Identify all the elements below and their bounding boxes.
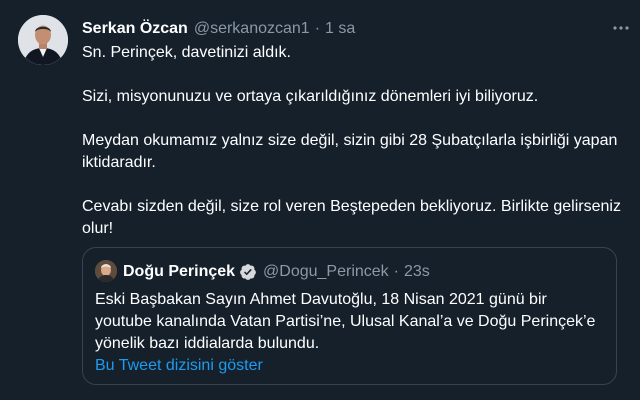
tweet-paragraph: Sn. Perinçek, davetinizi aldık.: [82, 44, 291, 61]
quoted-tweet[interactable]: Doğu Perinçek @Dogu_Perincek · 23s Eski …: [82, 247, 617, 385]
quote-author-handle[interactable]: @Dogu_Perincek: [263, 263, 389, 281]
person-avatar-icon: [95, 260, 117, 282]
verified-badge-icon: [239, 263, 257, 281]
author-name[interactable]: Serkan Özcan: [82, 20, 188, 38]
tweet-header: Serkan Özcan @serkanozcan1 · 1 sa: [82, 17, 620, 41]
quote-text: Eski Başbakan Sayın Ahmet Davutoğlu, 18 …: [95, 291, 596, 352]
tweet-text: Sn. Perinçek, davetinizi aldık. Sizi, mi…: [82, 42, 622, 262]
quote-author-name[interactable]: Doğu Perinçek: [123, 263, 235, 281]
tweet-card[interactable]: Serkan Özcan @serkanozcan1 · 1 sa Sn. Pe…: [0, 0, 640, 400]
author-avatar[interactable]: [18, 15, 68, 65]
person-avatar-icon: [18, 15, 68, 65]
quote-header: Doğu Perinçek @Dogu_Perincek · 23s: [123, 261, 430, 283]
more-button[interactable]: [610, 17, 632, 39]
quote-time[interactable]: 23s: [404, 263, 430, 281]
tweet-paragraph: Sizi, misyonunuzu ve ortaya çıkarıldığın…: [82, 88, 539, 105]
quote-author-avatar[interactable]: [95, 260, 117, 282]
separator-dot: ·: [314, 20, 321, 37]
separator-dot: ·: [393, 263, 399, 280]
tweet-paragraph: Meydan okumamız yalnız size değil, sizin…: [82, 132, 618, 171]
author-handle[interactable]: @serkanozcan1: [194, 20, 310, 38]
show-thread-link[interactable]: Bu Tweet dizisini göster: [95, 355, 263, 377]
more-horizontal-icon: [613, 26, 629, 30]
tweet-time[interactable]: 1 sa: [325, 20, 355, 38]
tweet-paragraph: Cevabı sizden değil, size rol veren Beşt…: [82, 198, 621, 237]
